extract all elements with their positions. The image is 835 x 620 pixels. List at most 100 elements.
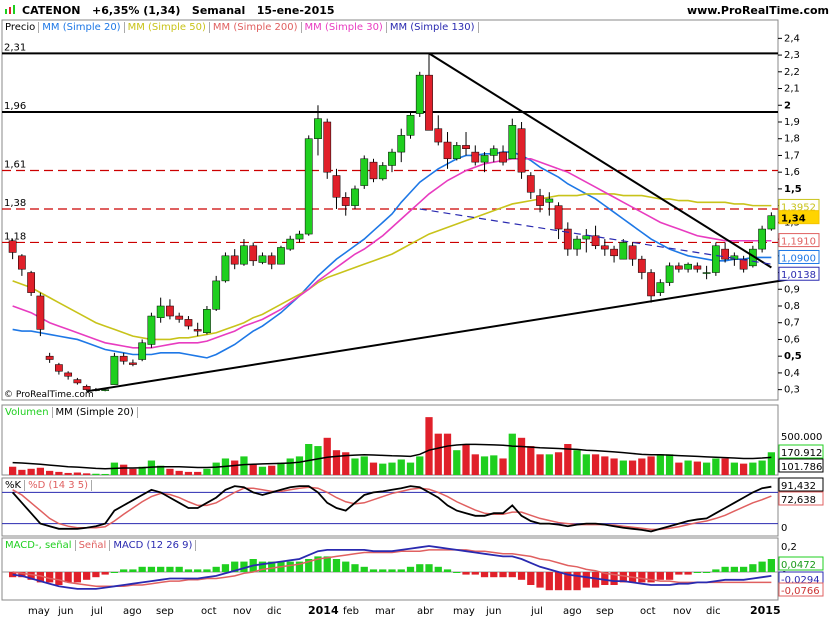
candle-body xyxy=(119,355,128,362)
value-tag-label: 1,34 xyxy=(781,214,806,225)
legend-k[interactable]: %K xyxy=(2,480,26,491)
volume-bar xyxy=(416,456,424,475)
y-tick-label: 2,1 xyxy=(784,84,800,95)
volume-bar xyxy=(194,471,202,475)
legend-volume-mm[interactable]: MM (Simple 20) xyxy=(52,407,138,418)
candle-body xyxy=(637,258,646,273)
volume-bar xyxy=(453,450,461,475)
legend-signal[interactable]: Señal xyxy=(75,540,111,551)
y-tick-label: 0,7 xyxy=(784,318,800,329)
x-axis-label: nov xyxy=(233,606,251,617)
candle-body xyxy=(415,74,424,114)
macd-hist-bar xyxy=(138,566,146,572)
macd-hist-bar xyxy=(730,566,738,572)
macd-hist-bar xyxy=(527,572,535,585)
legend-macd-hist[interactable]: MACD-, señal xyxy=(2,540,76,551)
candle-body xyxy=(721,248,729,260)
macd-signal-line xyxy=(12,549,772,588)
volume-bar xyxy=(434,433,442,475)
macd-tick-label: 0,2 xyxy=(781,542,797,553)
candle-body xyxy=(295,233,304,240)
volume-bar xyxy=(425,417,433,475)
candle-body xyxy=(499,151,507,163)
macd-tick-label: -0,0766 xyxy=(781,586,820,597)
macd-hist-bar xyxy=(388,569,396,572)
macd-hist-bar xyxy=(166,566,174,572)
legend-mm130[interactable]: MM (Simple 130) xyxy=(386,22,479,33)
legend-mm50[interactable]: MM (Simple 50) xyxy=(124,22,210,33)
volume-bar xyxy=(212,462,220,475)
volume-bar xyxy=(702,462,711,475)
volume-bar xyxy=(499,458,507,475)
volume-legend: Volumen MM (Simple 20) xyxy=(2,407,138,418)
candle-body xyxy=(628,245,637,260)
candle-body xyxy=(369,161,378,180)
candle-body xyxy=(656,282,665,293)
volume-bar xyxy=(647,456,655,475)
legend-macd[interactable]: MACD (12 26 9) xyxy=(110,540,197,551)
volume-bar xyxy=(758,460,766,475)
volume-bar xyxy=(665,454,674,475)
y-tick-label: 0,3 xyxy=(784,385,800,396)
candle-body xyxy=(332,175,341,198)
value-tag-label: 1,0138 xyxy=(781,270,816,281)
volume-bar xyxy=(490,455,498,475)
volume-bar xyxy=(258,466,267,475)
candle-body xyxy=(277,247,285,265)
legend-price[interactable]: Precio xyxy=(2,22,40,33)
y-tick-label: 1,7 xyxy=(784,150,800,161)
volume-bar xyxy=(332,450,341,475)
candle-body xyxy=(711,245,720,273)
candle-body xyxy=(406,115,415,136)
candle-body xyxy=(286,238,295,250)
macd-hist-bar xyxy=(286,561,294,572)
x-axis-label: jul xyxy=(90,606,103,617)
candle-body xyxy=(323,121,332,173)
volume-bar xyxy=(101,473,109,475)
stoch-tick-label: 72,638 xyxy=(781,495,816,506)
legend-mm200[interactable]: MM (Simple 200) xyxy=(209,22,302,33)
legend-volume[interactable]: Volumen xyxy=(2,407,53,418)
chart-canvas: 2,42,32,22,121,91,81,71,61,51,41,31,21,1… xyxy=(1,19,824,617)
x-axis-label: jul xyxy=(530,606,543,617)
candle-body xyxy=(184,319,193,327)
volume-bar xyxy=(536,454,544,475)
y-tick-label: 1,6 xyxy=(784,167,800,178)
macd-hist-bar xyxy=(101,572,109,575)
macd-hist-bar xyxy=(194,569,202,572)
candle-body xyxy=(360,158,369,186)
candle-body xyxy=(314,118,322,139)
volume-bar xyxy=(388,462,396,475)
legend-mm20[interactable]: MM (Simple 20) xyxy=(39,22,125,33)
macd-hist-bar xyxy=(203,569,211,572)
candle-body xyxy=(462,145,470,150)
candle-body xyxy=(545,198,554,203)
volume-bar xyxy=(591,454,600,475)
volume-bar xyxy=(369,462,378,475)
macd-hist-bar xyxy=(92,572,100,578)
macd-hist-bar xyxy=(369,569,378,572)
macd-hist-bar xyxy=(157,566,165,572)
candle-body xyxy=(8,240,17,253)
candle-body xyxy=(147,315,156,345)
macd-hist-bar xyxy=(83,572,91,580)
y-tick-label: 0,9 xyxy=(784,284,800,295)
candle-body xyxy=(193,329,202,332)
volume-bar xyxy=(517,437,526,475)
legend-d[interactable]: %D (14 3 5) xyxy=(25,480,93,491)
macd-hist-bar xyxy=(739,566,748,572)
x-axis-label: may xyxy=(28,606,50,617)
volume-bar xyxy=(9,466,17,475)
x-axis-label: 2015 xyxy=(750,604,781,617)
candle-body xyxy=(684,263,692,270)
legend-mm30[interactable]: MM (Simple 30) xyxy=(301,22,387,33)
macd-hist-bar xyxy=(332,559,341,572)
volume-bar xyxy=(379,463,387,475)
macd-hist-bar xyxy=(55,572,63,585)
macd-hist-bar xyxy=(462,572,470,575)
macd-hist-bar xyxy=(490,572,498,578)
volume-bar xyxy=(351,458,359,475)
level-label: 1,38 xyxy=(4,198,26,209)
macd-hist-bar xyxy=(342,561,350,572)
volume-bar xyxy=(277,462,285,475)
